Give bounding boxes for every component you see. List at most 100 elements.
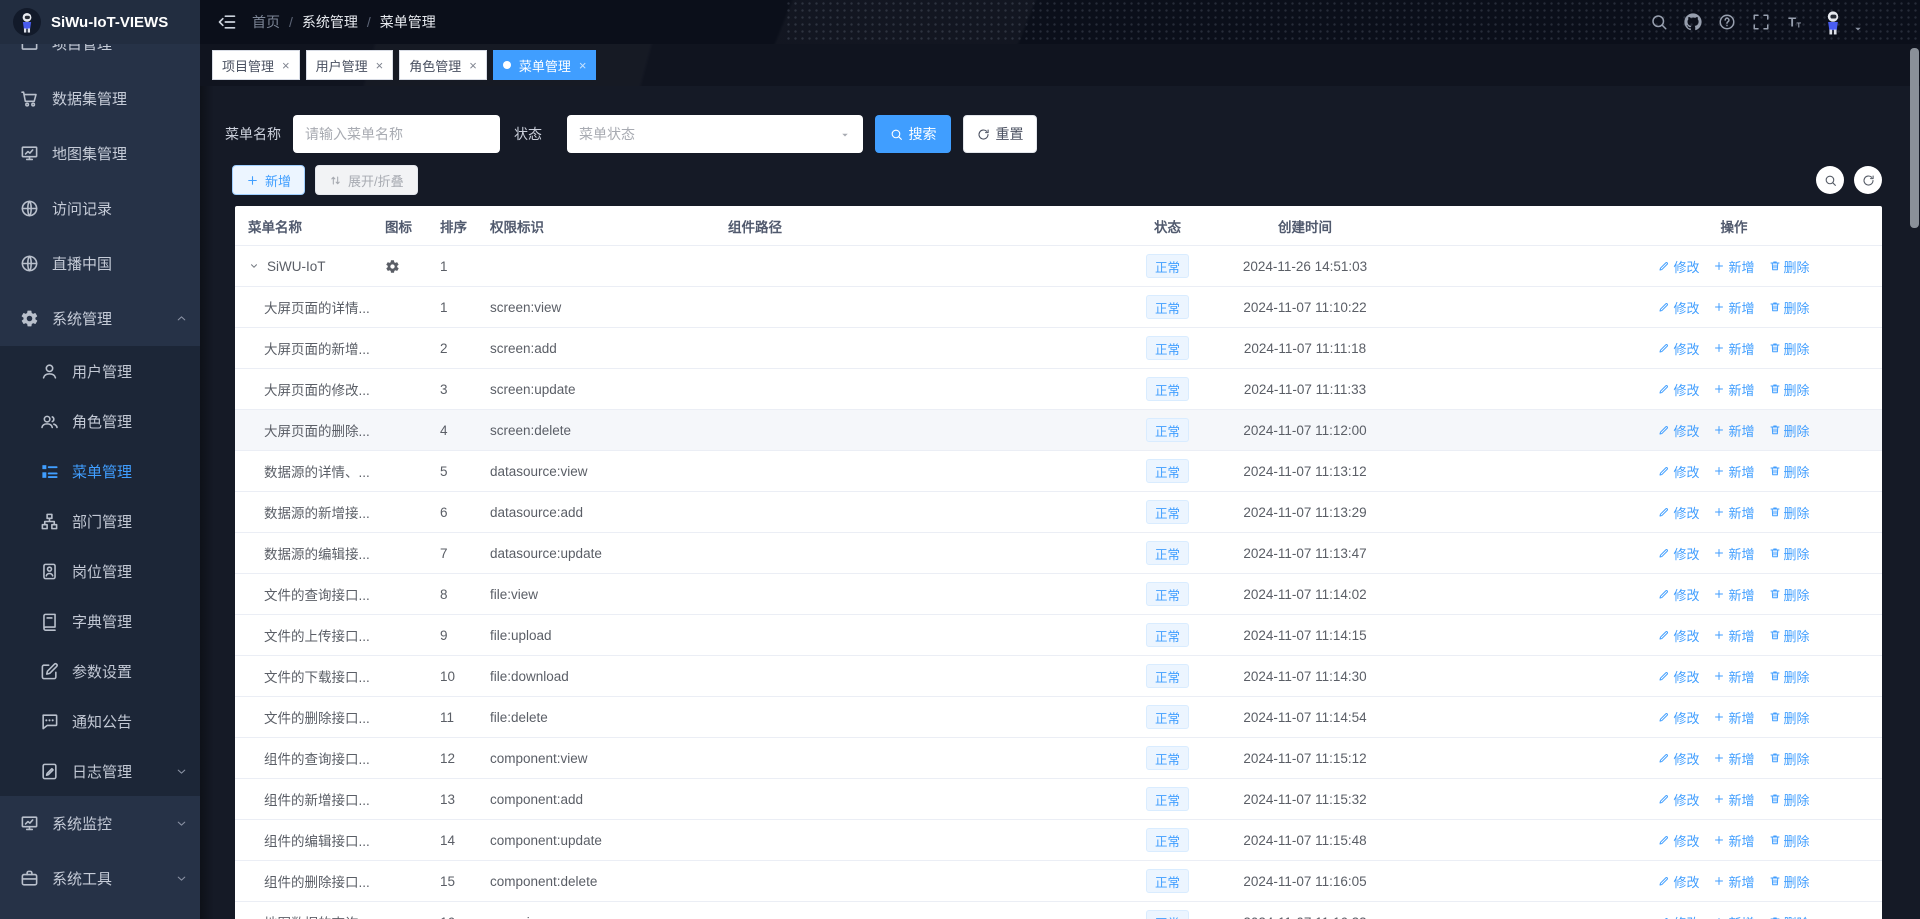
sidebar-item-notice[interactable]: 通知公告 bbox=[0, 696, 200, 746]
row-delete-link[interactable]: 删除 bbox=[1769, 831, 1810, 850]
sidebar-item-menu-mgmt[interactable]: 菜单管理 bbox=[0, 446, 200, 496]
fullscreen-icon[interactable] bbox=[1752, 13, 1770, 31]
row-add-link[interactable]: 新增 bbox=[1713, 708, 1754, 727]
table-refresh-button[interactable] bbox=[1854, 166, 1882, 194]
expand-collapse-button[interactable]: 展开/折叠 bbox=[315, 165, 418, 195]
row-add-link[interactable]: 新增 bbox=[1713, 462, 1754, 481]
row-add-link[interactable]: 新增 bbox=[1713, 298, 1754, 317]
user-avatar[interactable] bbox=[1820, 5, 1864, 39]
tab-project[interactable]: 项目管理× bbox=[212, 50, 300, 80]
row-edit-link[interactable]: 修改 bbox=[1658, 503, 1699, 522]
row-edit-link[interactable]: 修改 bbox=[1658, 708, 1699, 727]
row-add-link[interactable]: 新增 bbox=[1713, 380, 1754, 399]
row-delete-link[interactable]: 删除 bbox=[1769, 380, 1810, 399]
row-edit-link[interactable]: 修改 bbox=[1658, 626, 1699, 645]
table-row[interactable]: 大屏页面的修改...3screen:update正常2024-11-07 11:… bbox=[235, 369, 1882, 410]
help-icon[interactable] bbox=[1718, 13, 1736, 31]
tab-users[interactable]: 用户管理× bbox=[306, 50, 394, 80]
font-size-icon[interactable]: TT bbox=[1786, 13, 1804, 31]
row-add-link[interactable]: 新增 bbox=[1713, 503, 1754, 522]
row-edit-link[interactable]: 修改 bbox=[1658, 790, 1699, 809]
table-row[interactable]: 数据源的新增接...6datasource:add正常2024-11-07 11… bbox=[235, 492, 1882, 533]
table-row[interactable]: 大屏页面的详情...1screen:view正常2024-11-07 11:10… bbox=[235, 287, 1882, 328]
search-icon[interactable] bbox=[1650, 13, 1668, 31]
row-add-link[interactable]: 新增 bbox=[1713, 667, 1754, 686]
sidebar-item-system[interactable]: 系统管理 bbox=[0, 291, 200, 346]
row-delete-link[interactable]: 删除 bbox=[1769, 503, 1810, 522]
row-edit-link[interactable]: 修改 bbox=[1658, 872, 1699, 891]
row-add-link[interactable]: 新增 bbox=[1713, 257, 1754, 276]
tab-roles[interactable]: 角色管理× bbox=[399, 50, 487, 80]
row-delete-link[interactable]: 删除 bbox=[1769, 585, 1810, 604]
row-add-link[interactable]: 新增 bbox=[1713, 872, 1754, 891]
sidebar-item-user-mgmt[interactable]: 用户管理 bbox=[0, 346, 200, 396]
row-edit-link[interactable]: 修改 bbox=[1658, 421, 1699, 440]
row-add-link[interactable]: 新增 bbox=[1713, 913, 1754, 919]
menu-name-input[interactable]: 请输入菜单名称 bbox=[293, 115, 500, 153]
table-row[interactable]: 文件的查询接口...8file:view正常2024-11-07 11:14:0… bbox=[235, 574, 1882, 615]
close-tab-icon[interactable]: × bbox=[376, 59, 384, 72]
sidebar-item-param-settings[interactable]: 参数设置 bbox=[0, 646, 200, 696]
row-edit-link[interactable]: 修改 bbox=[1658, 339, 1699, 358]
table-row[interactable]: 大屏页面的删除...4screen:delete正常2024-11-07 11:… bbox=[235, 410, 1882, 451]
row-delete-link[interactable]: 删除 bbox=[1769, 626, 1810, 645]
search-button[interactable]: 搜索 bbox=[875, 115, 951, 153]
row-edit-link[interactable]: 修改 bbox=[1658, 585, 1699, 604]
sidebar-item-dataset[interactable]: 数据集管理 bbox=[0, 71, 200, 126]
table-search-toggle-button[interactable] bbox=[1816, 166, 1844, 194]
row-delete-link[interactable]: 删除 bbox=[1769, 298, 1810, 317]
row-edit-link[interactable]: 修改 bbox=[1658, 667, 1699, 686]
table-row[interactable]: 数据源的编辑接...7datasource:update正常2024-11-07… bbox=[235, 533, 1882, 574]
add-button[interactable]: 新增 bbox=[232, 165, 305, 195]
row-delete-link[interactable]: 删除 bbox=[1769, 708, 1810, 727]
table-row[interactable]: 数据源的详情、...5datasource:view正常2024-11-07 1… bbox=[235, 451, 1882, 492]
row-delete-link[interactable]: 删除 bbox=[1769, 257, 1810, 276]
row-delete-link[interactable]: 删除 bbox=[1769, 544, 1810, 563]
row-add-link[interactable]: 新增 bbox=[1713, 831, 1754, 850]
close-tab-icon[interactable]: × bbox=[579, 59, 587, 72]
scrollbar-thumb[interactable] bbox=[1910, 48, 1919, 228]
row-edit-link[interactable]: 修改 bbox=[1658, 380, 1699, 399]
table-row[interactable]: 地图数据的查询...16map:view正常2024-11-07 11:16:2… bbox=[235, 902, 1882, 919]
row-edit-link[interactable]: 修改 bbox=[1658, 298, 1699, 317]
row-edit-link[interactable]: 修改 bbox=[1658, 257, 1699, 276]
close-tab-icon[interactable]: × bbox=[282, 59, 290, 72]
table-row[interactable]: 组件的新增接口...13component:add正常2024-11-07 11… bbox=[235, 779, 1882, 820]
row-add-link[interactable]: 新增 bbox=[1713, 626, 1754, 645]
sidebar-item-monitor[interactable]: 系统监控 bbox=[0, 796, 200, 851]
row-delete-link[interactable]: 删除 bbox=[1769, 913, 1810, 919]
reset-button[interactable]: 重置 bbox=[963, 115, 1037, 153]
table-row[interactable]: SiWU-IoT1正常2024-11-26 14:51:03修改新增删除 bbox=[235, 246, 1882, 287]
row-edit-link[interactable]: 修改 bbox=[1658, 913, 1699, 919]
sidebar-item-visit-log[interactable]: 访问记录 bbox=[0, 181, 200, 236]
row-add-link[interactable]: 新增 bbox=[1713, 544, 1754, 563]
breadcrumb-item[interactable]: 菜单管理 bbox=[380, 12, 436, 32]
row-edit-link[interactable]: 修改 bbox=[1658, 462, 1699, 481]
table-row[interactable]: 文件的上传接口...9file:upload正常2024-11-07 11:14… bbox=[235, 615, 1882, 656]
row-delete-link[interactable]: 删除 bbox=[1769, 339, 1810, 358]
menu-status-select[interactable]: 菜单状态 bbox=[567, 115, 863, 153]
row-add-link[interactable]: 新增 bbox=[1713, 749, 1754, 768]
sidebar-item-dept-mgmt[interactable]: 部门管理 bbox=[0, 496, 200, 546]
github-icon[interactable] bbox=[1684, 13, 1702, 31]
row-edit-link[interactable]: 修改 bbox=[1658, 831, 1699, 850]
fold-sidebar-icon[interactable] bbox=[217, 12, 237, 32]
breadcrumb-item[interactable]: 系统管理 bbox=[302, 12, 358, 32]
row-add-link[interactable]: 新增 bbox=[1713, 790, 1754, 809]
row-delete-link[interactable]: 删除 bbox=[1769, 749, 1810, 768]
table-row[interactable]: 大屏页面的新增...2screen:add正常2024-11-07 11:11:… bbox=[235, 328, 1882, 369]
sidebar-item-live-china[interactable]: 直播中国 bbox=[0, 236, 200, 291]
sidebar-item-post-mgmt[interactable]: 岗位管理 bbox=[0, 546, 200, 596]
row-delete-link[interactable]: 删除 bbox=[1769, 421, 1810, 440]
table-row[interactable]: 组件的查询接口...12component:view正常2024-11-07 1… bbox=[235, 738, 1882, 779]
row-edit-link[interactable]: 修改 bbox=[1658, 749, 1699, 768]
sidebar-item-log-mgmt[interactable]: 日志管理 bbox=[0, 746, 200, 796]
table-row[interactable]: 组件的删除接口...15component:delete正常2024-11-07… bbox=[235, 861, 1882, 902]
table-row[interactable]: 文件的删除接口...11file:delete正常2024-11-07 11:1… bbox=[235, 697, 1882, 738]
sidebar-item-role-mgmt[interactable]: 角色管理 bbox=[0, 396, 200, 446]
row-delete-link[interactable]: 删除 bbox=[1769, 790, 1810, 809]
sidebar-item-dict-mgmt[interactable]: 字典管理 bbox=[0, 596, 200, 646]
table-row[interactable]: 文件的下载接口...10file:download正常2024-11-07 11… bbox=[235, 656, 1882, 697]
tab-menus[interactable]: 菜单管理× bbox=[493, 50, 597, 80]
row-add-link[interactable]: 新增 bbox=[1713, 585, 1754, 604]
